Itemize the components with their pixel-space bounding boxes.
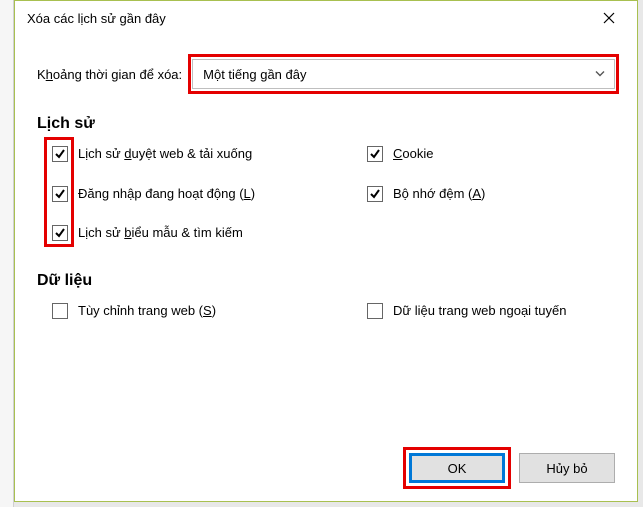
checkbox-label-data-0: Tùy chỉnh trang web (S) <box>78 302 216 320</box>
close-icon <box>603 12 615 24</box>
cancel-button[interactable]: Hủy bỏ <box>519 453 615 483</box>
dialog-content: Khoảng thời gian để xóa: Một tiếng gần đ… <box>15 35 637 345</box>
checkbox-label-hist-3: Bộ nhớ đệm (A) <box>393 185 485 203</box>
time-range-value: Một tiếng gần đây <box>203 67 306 82</box>
dialog-title: Xóa các lịch sử gần đây <box>27 11 166 26</box>
ok-button[interactable]: OK <box>409 453 505 483</box>
check-icon <box>54 188 66 200</box>
checkbox-item-data-1: Dữ liệu trang web ngoại tuyến <box>367 302 615 320</box>
checkbox-label-hist-1: Cookie <box>393 145 433 163</box>
time-range-select[interactable]: Một tiếng gần đây <box>192 59 615 89</box>
check-icon <box>369 148 381 160</box>
background-strip <box>0 0 14 507</box>
checkbox-hist-0[interactable] <box>52 146 68 162</box>
close-button[interactable] <box>589 4 629 32</box>
checkbox-data-1[interactable] <box>367 303 383 319</box>
data-section-title: Dữ liệu <box>37 272 615 290</box>
checkbox-label-hist-0: Lịch sử duyệt web & tải xuống <box>78 145 252 163</box>
checkbox-hist-2[interactable] <box>52 186 68 202</box>
dialog-buttons: OK Hủy bỏ <box>409 453 615 483</box>
titlebar: Xóa các lịch sử gần đây <box>15 1 637 35</box>
check-icon <box>54 227 66 239</box>
checkbox-item-hist-0: Lịch sử duyệt web & tải xuống <box>52 145 357 163</box>
checkbox-hist-4[interactable] <box>52 225 68 241</box>
data-checkbox-grid: Tùy chỉnh trang web (S) Dữ liệu trang web… <box>52 302 615 320</box>
checkbox-item-hist-1: Cookie <box>367 145 615 163</box>
checkbox-label-hist-2: Đăng nhập đang hoạt động (L) <box>78 185 255 203</box>
time-range-select-wrap: Một tiếng gần đây <box>192 59 615 89</box>
checkbox-data-0[interactable] <box>52 303 68 319</box>
clear-history-dialog: Xóa các lịch sử gần đây Khoảng thời gian… <box>14 0 638 502</box>
time-range-row: Khoảng thời gian để xóa: Một tiếng gần đ… <box>37 59 615 89</box>
ok-button-wrap: OK <box>409 453 505 483</box>
history-section-title: Lịch sử <box>37 115 615 133</box>
checkbox-item-hist-2: Đăng nhập đang hoạt động (L) <box>52 185 357 203</box>
checkbox-label-hist-4: Lịch sử biểu mẫu & tìm kiếm <box>78 224 243 242</box>
checkbox-item-hist-3: Bộ nhớ đệm (A) <box>367 185 615 203</box>
check-icon <box>54 148 66 160</box>
history-checkbox-grid: Lịch sử duyệt web & tải xuống Cookie Đăng … <box>52 145 615 242</box>
checkbox-hist-3[interactable] <box>367 186 383 202</box>
checkbox-label-data-1: Dữ liệu trang web ngoại tuyến <box>393 302 566 320</box>
time-range-label: Khoảng thời gian để xóa: <box>37 67 182 82</box>
check-icon <box>369 188 381 200</box>
checkbox-hist-1[interactable] <box>367 146 383 162</box>
checkbox-item-data-0: Tùy chỉnh trang web (S) <box>52 302 357 320</box>
checkbox-item-hist-4: Lịch sử biểu mẫu & tìm kiếm <box>52 224 357 242</box>
